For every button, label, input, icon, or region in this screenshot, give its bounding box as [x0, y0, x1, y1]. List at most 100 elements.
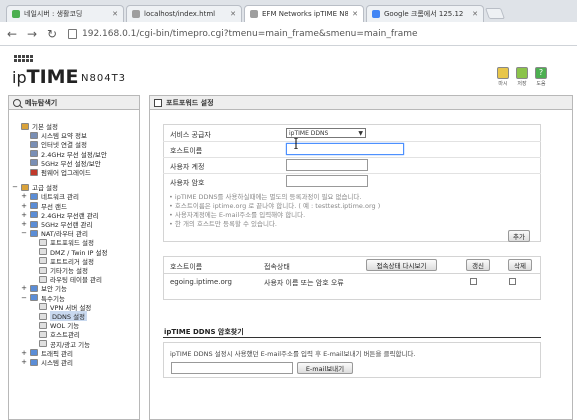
column-header-status: 접속상태 [264, 263, 290, 271]
folder-icon [30, 284, 38, 292]
page-icon [68, 28, 77, 39]
folder-icon [21, 183, 29, 191]
help-icon[interactable]: ? 도움 [534, 67, 548, 87]
reconnect-status-button[interactable]: 접속상태 다시보기 [366, 259, 437, 271]
folder-icon [30, 220, 38, 228]
email-input[interactable] [171, 362, 293, 374]
folder-icon [30, 150, 38, 158]
close-tab-icon[interactable]: ✕ [352, 10, 358, 18]
sidebar-item-label: 펌웨어 업그레이드 [41, 169, 91, 177]
favicon-icon [12, 10, 20, 18]
table-row-status: 사용자 이름 또는 암호 오류 [264, 279, 344, 287]
favicon-icon [250, 10, 258, 18]
collapse-icon[interactable]: − [12, 183, 18, 191]
folder-icon [30, 294, 38, 302]
text-cursor-icon [294, 138, 298, 149]
section-divider [163, 337, 541, 338]
doc-icon[interactable]: 마시 [496, 67, 510, 87]
url-text: 192.168.0.1/cgi-bin/timepro.cgi?tmenu=ma… [82, 28, 418, 39]
divider [163, 141, 541, 142]
page-icon[interactable]: 저장 [515, 67, 529, 87]
user-label: 사용자 계정 [170, 163, 205, 171]
browser-toolbar: ← → ↻ 192.168.0.1/cgi-bin/timepro.cgi?tm… [0, 22, 577, 46]
column-header-host: 호스트이름 [170, 263, 203, 271]
favicon-icon [132, 10, 140, 18]
page-icon [39, 275, 47, 283]
expand-icon[interactable]: + [21, 202, 27, 210]
favicon-icon [372, 10, 380, 18]
reload-icon[interactable]: ↻ [44, 26, 60, 42]
tab-strip: 네일시버 : 생활코딩 ✕ localhost/index.html ✕ EFM… [0, 0, 577, 22]
browser-tab-1[interactable]: 네일시버 : 생활코딩 ✕ [6, 5, 124, 22]
email-description: ipTIME DDNS 설정시 사용했던 E-mail주소를 입력 후 E-ma… [170, 350, 416, 358]
sidebar-header: 메뉴탐색기 [9, 96, 139, 110]
delete-button[interactable]: 삭제 [508, 259, 532, 271]
address-bar[interactable]: 192.168.0.1/cgi-bin/timepro.cgi?tmenu=ma… [68, 26, 418, 42]
page-icon [39, 312, 47, 320]
header-icons: 마시 저장 ? 도움 [496, 67, 548, 87]
page-title: 포트포워드 설정 [166, 98, 214, 107]
main-header: 포트포워드 설정 [150, 96, 572, 110]
folder-icon [30, 192, 38, 200]
send-email-button[interactable]: E-mail보내기 [297, 362, 353, 374]
expand-icon[interactable]: + [21, 284, 27, 292]
provider-value: ipTIME DDNS [289, 129, 329, 137]
divider [163, 157, 541, 158]
browser-tab-2[interactable]: localhost/index.html ✕ [126, 5, 242, 22]
user-input[interactable] [286, 159, 368, 171]
collapse-icon[interactable]: − [21, 294, 27, 302]
browser-tab-4[interactable]: Google 크롬에서 125.12 ✕ [366, 5, 484, 22]
page-icon [39, 303, 47, 311]
page-icon [39, 248, 47, 256]
delete-checkbox[interactable] [509, 278, 516, 285]
tab-title: 네일시버 : 생활코딩 [24, 10, 83, 18]
section-title: ipTIME DDNS 암호찾기 [164, 328, 244, 336]
panel-icon [154, 98, 162, 107]
page-icon [39, 266, 47, 274]
divider [163, 273, 541, 274]
divider [163, 173, 541, 174]
brand-logo: ipTIME [12, 66, 79, 88]
folder-icon [30, 131, 38, 139]
folder-icon [30, 168, 38, 176]
refresh-checkbox[interactable] [470, 278, 477, 285]
folder-icon [30, 349, 38, 357]
sidebar-item[interactable]: + 시스템 관리 [21, 357, 73, 367]
hostname-input[interactable] [286, 143, 404, 155]
add-button[interactable]: 추가 [508, 230, 530, 242]
folder-icon [30, 229, 38, 237]
folder-icon [30, 358, 38, 366]
page-icon [39, 257, 47, 265]
expand-icon[interactable]: + [21, 349, 27, 357]
collapse-icon[interactable]: − [21, 229, 27, 237]
expand-icon[interactable]: + [21, 220, 27, 228]
password-input[interactable] [286, 175, 368, 187]
back-arrow-icon[interactable]: ← [4, 26, 20, 42]
browser-tab-3[interactable]: EFM Networks ipTIME N8 ✕ [244, 5, 364, 22]
folder-icon [30, 159, 38, 167]
note-text: • 한 개의 호스트만 등록할 수 있습니다. [169, 220, 277, 228]
new-tab-button[interactable] [484, 8, 506, 19]
sidebar-item-label: 시스템 관리 [41, 359, 73, 367]
folder-icon [30, 202, 38, 210]
model-name: N804T3 [81, 73, 127, 84]
expand-icon[interactable]: + [21, 211, 27, 219]
folder-icon [30, 140, 38, 148]
hostname-label: 호스트이름 [170, 147, 203, 155]
chevron-down-icon: ▼ [358, 129, 363, 137]
forward-arrow-icon[interactable]: → [24, 26, 40, 42]
close-tab-icon[interactable]: ✕ [472, 10, 478, 18]
search-icon [13, 98, 21, 107]
sidebar-item[interactable]: 펌웨어 업그레이드 [21, 167, 91, 177]
password-label: 사용자 암호 [170, 179, 205, 187]
close-tab-icon[interactable]: ✕ [230, 10, 236, 18]
provider-select[interactable]: ipTIME DDNS ▼ [286, 128, 366, 138]
expand-icon[interactable]: + [21, 192, 27, 200]
tab-title: EFM Networks ipTIME N8 [262, 10, 349, 18]
refresh-button[interactable]: 갱신 [466, 259, 490, 271]
expand-icon[interactable]: + [21, 358, 27, 366]
close-tab-icon[interactable]: ✕ [112, 10, 118, 18]
provider-label: 서비스 공급자 [170, 131, 211, 139]
folder-icon [30, 211, 38, 219]
sidebar-title: 메뉴탐색기 [25, 98, 58, 107]
